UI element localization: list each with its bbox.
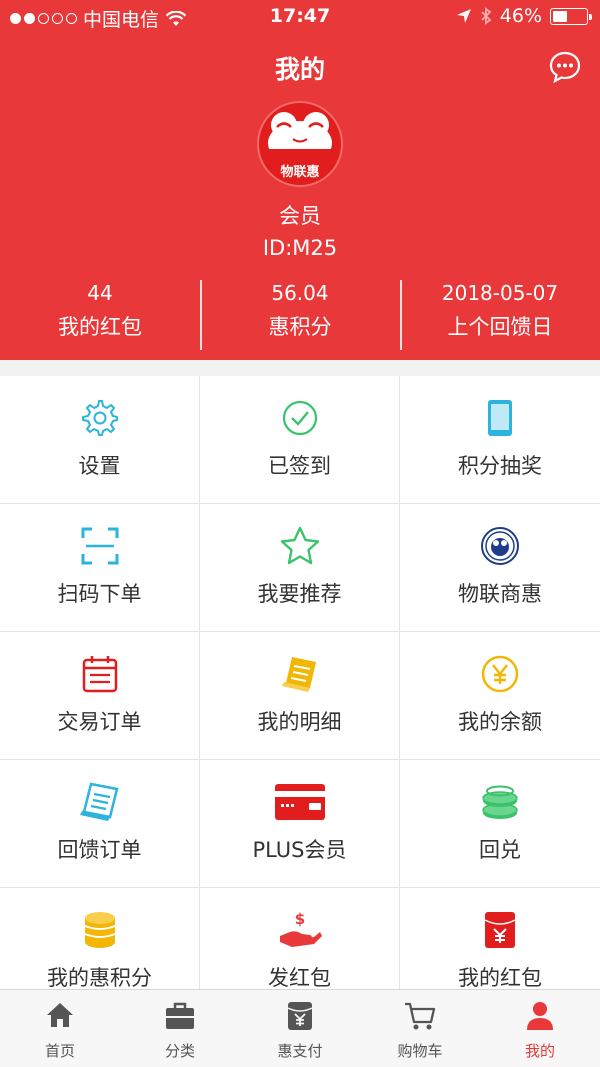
- stat-label: 惠积分: [268, 315, 332, 339]
- grid-item-my-details[interactable]: 我的明细: [200, 632, 400, 760]
- stat-feedback-date[interactable]: 2018-05-07 上个回馈日: [400, 278, 600, 352]
- avatar-brand-text: 物联惠: [280, 165, 320, 180]
- stats-row: 44 我的红包 56.04 惠积分 2018-05-07 上个回馈日: [0, 278, 600, 352]
- grid-item-checked-in[interactable]: 已签到: [200, 376, 400, 504]
- grid-item-label: 我的惠积分: [47, 966, 152, 990]
- calendar-icon: [82, 656, 117, 693]
- give-money-icon: $: [279, 910, 322, 947]
- function-grid: 设置 已签到 积分抽奖 扫码下单 我要推荐 物联商惠 交易订单 我的明细 我的余…: [0, 376, 600, 1016]
- frog-logo-icon: [268, 112, 332, 163]
- grid-item-label: 积分抽奖: [458, 454, 542, 478]
- page-title: 我的: [274, 55, 325, 84]
- tab-label: 惠支付: [277, 1042, 323, 1060]
- grid-item-trade-orders[interactable]: 交易订单: [0, 632, 200, 760]
- tab-category[interactable]: 分类: [120, 990, 240, 1067]
- tab-home[interactable]: 首页: [0, 990, 120, 1067]
- my-page: 中国电信 17:47 46% 我的 物联惠 会员 ID:M25 44 我的红包 …: [0, 0, 600, 1067]
- grid-item-label: 我要推荐: [257, 582, 342, 606]
- grid-item-label: 我的明细: [257, 710, 342, 734]
- message-icon[interactable]: [548, 50, 582, 84]
- coins-icon: [482, 785, 518, 819]
- tab-cart[interactable]: 购物车: [360, 990, 480, 1067]
- grid-item-label: 我的余额: [458, 710, 542, 734]
- stat-label: 我的红包: [58, 315, 142, 339]
- category-bag-icon: [166, 1002, 194, 1029]
- scan-icon: [81, 527, 118, 565]
- grid-item-label: 已签到: [268, 454, 331, 478]
- location-arrow-icon: [456, 9, 471, 23]
- badge-logo-icon: [481, 527, 519, 565]
- grid-item-lottery[interactable]: 积分抽奖: [400, 376, 600, 504]
- gear-icon: [81, 400, 118, 436]
- tab-label: 分类: [164, 1042, 195, 1060]
- status-bar: 中国电信 17:47 46%: [0, 0, 600, 34]
- feedback-receipt-icon: [79, 782, 119, 821]
- grid-item-label: PLUS会员: [252, 838, 347, 862]
- battery-icon: [550, 7, 592, 25]
- profile-header: 中国电信 17:47 46% 我的 物联惠 会员 ID:M25 44 我的红包 …: [0, 0, 600, 360]
- grid-item-scan-order[interactable]: 扫码下单: [0, 504, 200, 632]
- home-icon: [47, 1003, 73, 1027]
- avatar[interactable]: 物联惠: [257, 101, 343, 187]
- bluetooth-icon: [481, 7, 492, 25]
- grid-item-redeem[interactable]: 回兑: [400, 760, 600, 888]
- grid-item-label: 扫码下单: [57, 582, 142, 606]
- grid-item-label: 物联商惠: [458, 582, 542, 606]
- user-icon: [527, 1002, 553, 1030]
- grid-item-label: 回馈订单: [57, 838, 142, 862]
- red-envelope-icon: [484, 912, 516, 948]
- tab-pay[interactable]: 惠支付: [240, 990, 360, 1067]
- grid-item-my-balance[interactable]: 我的余额: [400, 632, 600, 760]
- card-icon: [274, 784, 325, 820]
- member-level: 会员: [279, 204, 321, 228]
- grid-item-label: 我的红包: [458, 966, 542, 990]
- phone-icon: [488, 400, 512, 436]
- tab-label: 我的: [524, 1042, 555, 1060]
- grid-item-wulian-shanghui[interactable]: 物联商惠: [400, 504, 600, 632]
- check-circle-icon: [282, 400, 317, 436]
- svg-text:$: $: [294, 910, 304, 928]
- receipt-icon: [281, 657, 316, 692]
- grid-item-settings[interactable]: 设置: [0, 376, 200, 504]
- status-right: 46%: [456, 5, 592, 27]
- star-icon: [280, 526, 319, 565]
- grid-item-label: 交易订单: [57, 710, 142, 734]
- tab-mine[interactable]: 我的: [480, 990, 600, 1067]
- cart-icon: [405, 1002, 436, 1030]
- tab-label: 首页: [44, 1042, 75, 1060]
- member-id: ID:M25: [262, 236, 338, 260]
- yen-circle-icon: [481, 655, 519, 693]
- grid-item-recommend[interactable]: 我要推荐: [200, 504, 400, 632]
- grid-item-plus-member[interactable]: PLUS会员: [200, 760, 400, 888]
- grid-item-label: 回兑: [479, 838, 521, 862]
- battery-percent: 46%: [499, 5, 542, 27]
- grid-item-feedback-orders[interactable]: 回馈订单: [0, 760, 200, 888]
- coin-stack-icon: [84, 912, 115, 948]
- grid-item-label: 发红包: [268, 966, 331, 990]
- stat-value: 2018-05-07: [441, 281, 559, 305]
- stat-points[interactable]: 56.04 惠积分: [200, 278, 400, 352]
- grid-item-label: 设置: [78, 454, 121, 478]
- stat-label: 上个回馈日: [447, 315, 553, 339]
- pay-icon: [287, 1002, 313, 1030]
- stat-value: 56.04: [271, 281, 329, 305]
- stat-red-packets[interactable]: 44 我的红包: [0, 278, 200, 352]
- stat-value: 44: [87, 281, 113, 305]
- tab-label: 购物车: [397, 1042, 443, 1060]
- bottom-tab-bar: 首页 分类 惠支付 购物车 我的: [0, 989, 600, 1067]
